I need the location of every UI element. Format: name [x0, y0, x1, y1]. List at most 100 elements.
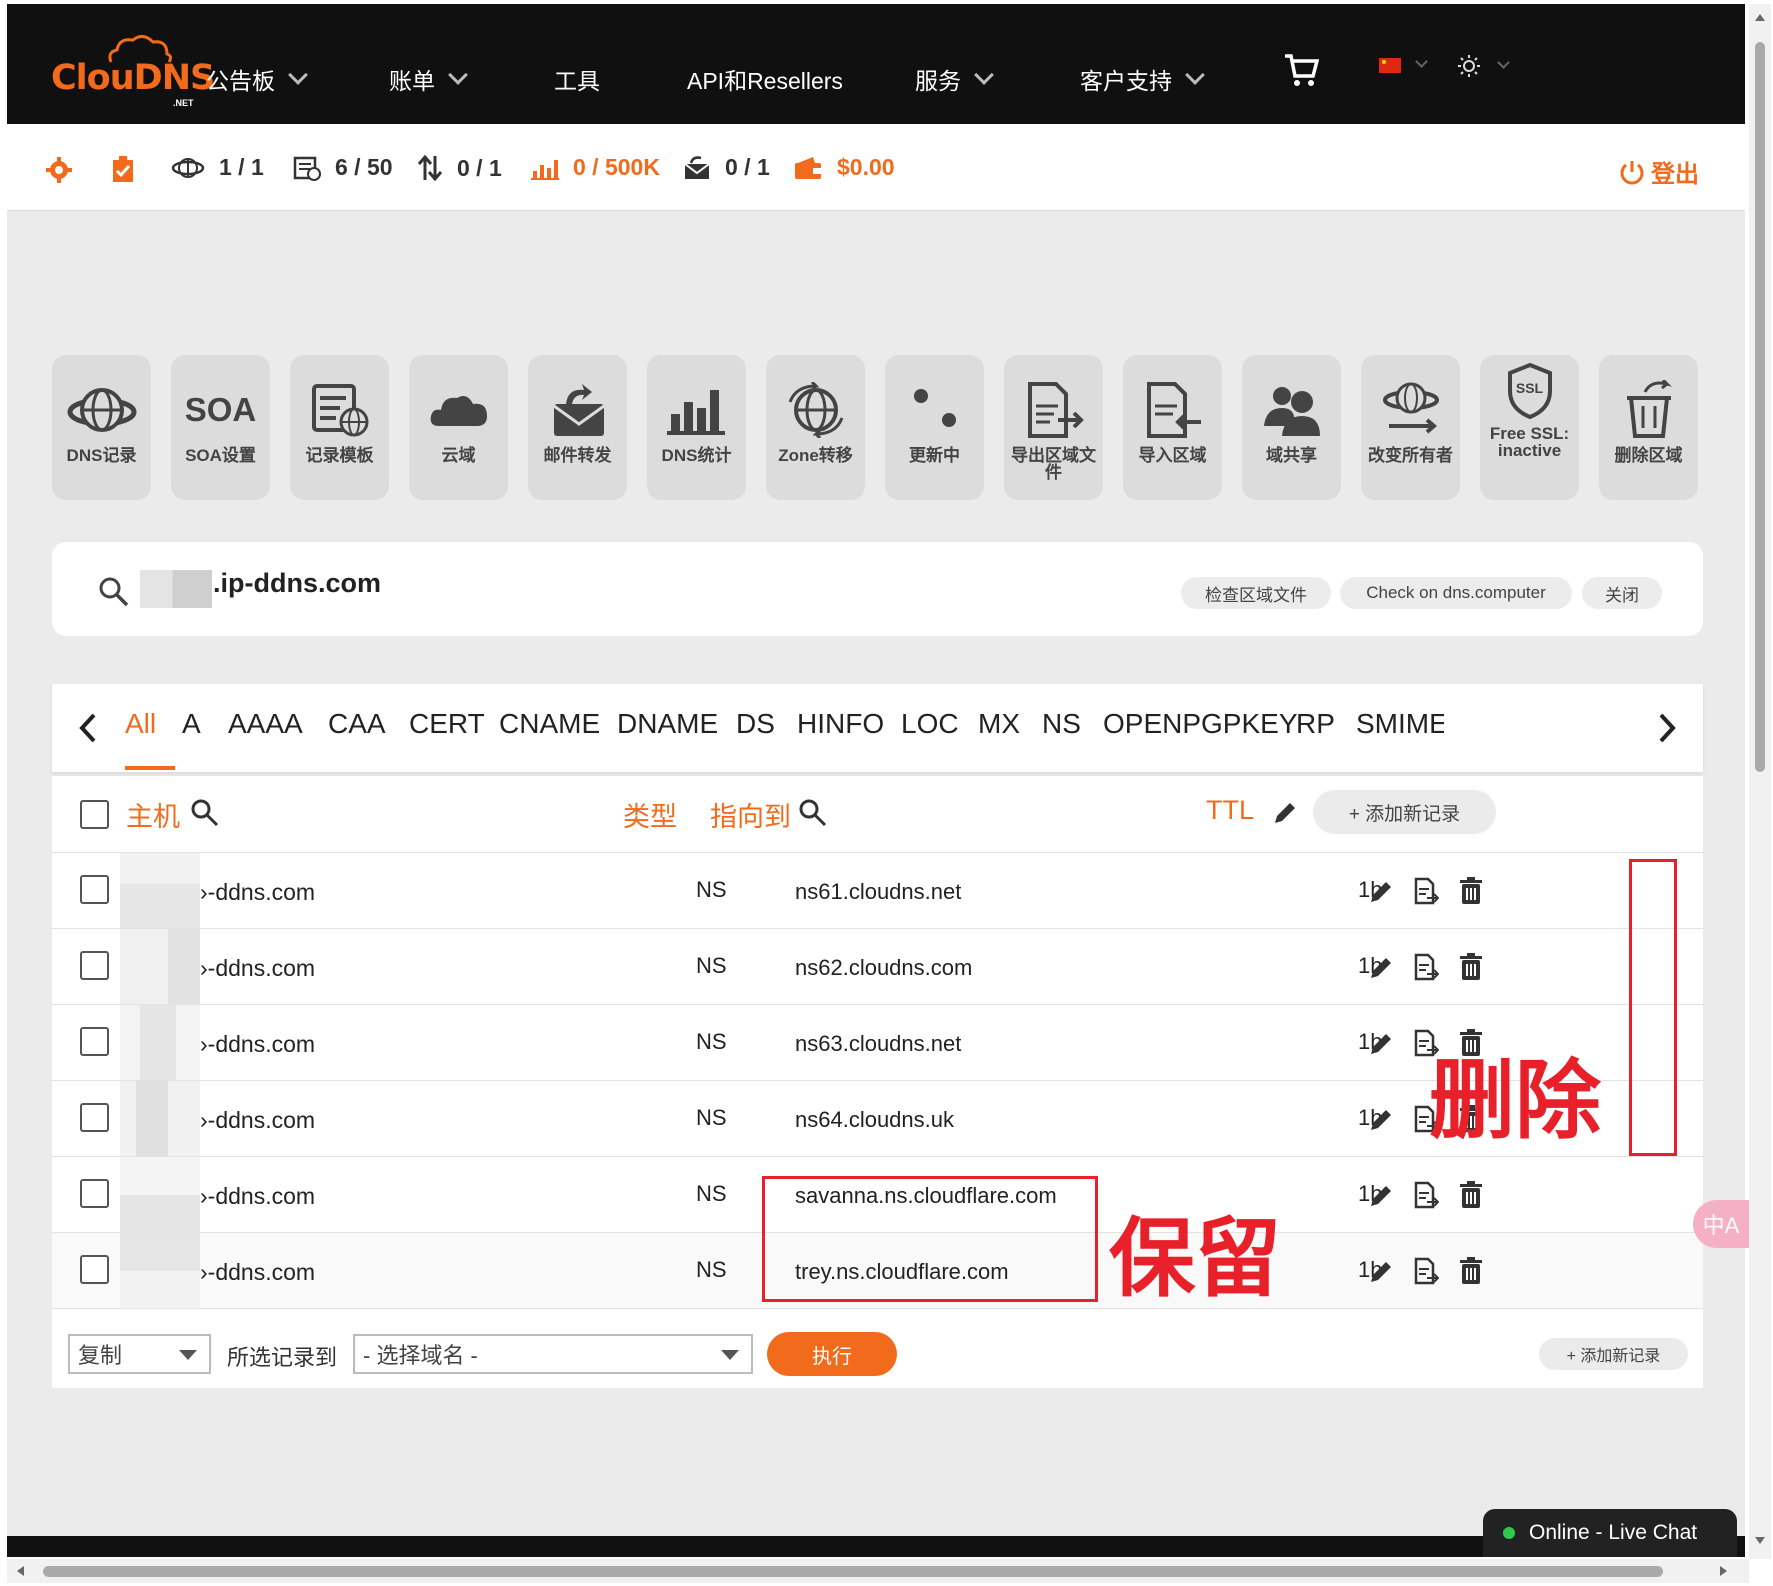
edit-pencil-icon[interactable]	[1368, 1029, 1394, 1057]
trash-icon[interactable]	[1458, 1181, 1484, 1209]
horizontal-scroll-thumb[interactable]	[43, 1566, 1663, 1577]
header-type[interactable]: 类型	[623, 795, 677, 834]
close-button[interactable]: 关闭	[1582, 577, 1662, 609]
edit-pencil-icon[interactable]	[1368, 1257, 1394, 1285]
row-checkbox[interactable]	[80, 1103, 109, 1132]
nav-support[interactable]: 客户支持	[1080, 62, 1205, 96]
vertical-scrollbar[interactable]	[1749, 4, 1771, 1559]
tab-caa[interactable]: CAA	[328, 708, 386, 740]
vertical-scroll-thumb[interactable]	[1755, 42, 1765, 772]
tool-mail-forwarding[interactable]: 邮件转发	[528, 355, 627, 500]
add-record-bottom-button[interactable]: + 添加新记录	[1539, 1338, 1688, 1370]
tab-ns[interactable]: NS	[1042, 708, 1081, 740]
tool-soa-settings[interactable]: SOA SOA设置	[171, 355, 270, 500]
stat-balance[interactable]: $0.00	[793, 154, 895, 181]
row-checkbox[interactable]	[80, 951, 109, 980]
record-export-icon[interactable]	[1413, 1181, 1439, 1209]
tool-delete-zone[interactable]: 删除区域	[1599, 355, 1698, 500]
row-checkbox[interactable]	[80, 875, 109, 904]
live-chat-button[interactable]: Online - Live Chat	[1483, 1509, 1737, 1557]
nav-tools[interactable]: 工具	[554, 62, 600, 96]
edit-pencil-icon[interactable]	[1368, 1181, 1394, 1209]
tool-cloud-domains[interactable]: 云域	[409, 355, 508, 500]
tab-mx[interactable]: MX	[978, 708, 1020, 740]
trash-icon[interactable]	[1458, 953, 1484, 981]
tab-aaaa[interactable]: AAAA	[228, 708, 303, 740]
trash-icon[interactable]	[1458, 877, 1484, 905]
tab-cert[interactable]: CERT	[409, 708, 485, 740]
scroll-left-icon[interactable]	[15, 1565, 25, 1577]
record-export-icon[interactable]	[1413, 953, 1439, 981]
tab-dname[interactable]: DNAME	[617, 708, 718, 740]
search-icon[interactable]	[190, 798, 220, 828]
record-export-icon[interactable]	[1413, 1257, 1439, 1285]
target-domain-select[interactable]: - 选择域名 -	[353, 1334, 753, 1374]
add-record-button[interactable]: + 添加新记录	[1313, 790, 1496, 834]
horizontal-scrollbar[interactable]	[7, 1559, 1749, 1583]
tool-dns-records[interactable]: DNS记录	[52, 355, 151, 500]
tab-a[interactable]: A	[182, 708, 201, 740]
scroll-right-icon[interactable]	[1719, 1565, 1729, 1577]
cloudns-logo[interactable]: ClouDNS .NET	[51, 34, 215, 108]
header-ttl[interactable]: TTL	[1206, 795, 1254, 826]
check-zone-file-button[interactable]: 检查区域文件	[1181, 577, 1331, 609]
scroll-up-icon[interactable]	[1754, 12, 1766, 22]
row-checkbox[interactable]	[80, 1179, 109, 1208]
stat-records[interactable]: 6 / 50	[293, 154, 393, 181]
edit-pencil-icon[interactable]	[1368, 1105, 1394, 1133]
nav-dashboard[interactable]: 公告板	[206, 62, 308, 96]
tab-loc[interactable]: LOC	[901, 708, 959, 740]
row-checkbox[interactable]	[80, 1027, 109, 1056]
tool-domain-sharing[interactable]: 域共享	[1242, 355, 1341, 500]
pencil-icon[interactable]	[1272, 800, 1298, 826]
tab-all[interactable]: All	[125, 708, 156, 740]
settings-gear-icon[interactable]	[45, 156, 73, 184]
cart-icon[interactable]	[1283, 52, 1319, 88]
tab-smimea[interactable]: SMIMEA	[1356, 708, 1444, 740]
tab-ds[interactable]: DS	[736, 708, 775, 740]
tool-change-owner[interactable]: 改变所有者	[1361, 355, 1460, 500]
nav-services[interactable]: 服务	[915, 62, 994, 96]
tool-free-ssl[interactable]: SSL Free SSL: inactive	[1480, 355, 1579, 500]
table-row: ›-ddns.com NS ns62.cloudns.com 1h	[52, 928, 1703, 1005]
select-all-checkbox[interactable]	[80, 800, 109, 829]
chevron-right-icon[interactable]	[1657, 712, 1677, 744]
theme-selector[interactable]	[1457, 54, 1510, 78]
nav-api-resellers[interactable]: API和Resellers	[687, 62, 843, 96]
check-dns-computer-button[interactable]: Check on dns.computer	[1340, 577, 1572, 609]
tool-record-templates[interactable]: 记录模板	[290, 355, 389, 500]
tab-openpgpkey[interactable]: OPENPGPKEY	[1103, 708, 1298, 740]
row-checkbox[interactable]	[80, 1255, 109, 1284]
nav-billing[interactable]: 账单	[389, 62, 468, 96]
search-icon[interactable]	[798, 798, 828, 828]
stat-queries[interactable]: 0 / 500K	[531, 154, 660, 181]
tab-rp[interactable]: RP	[1296, 708, 1335, 740]
tab-cname[interactable]: CNAME	[499, 708, 600, 740]
tool-updating[interactable]: 更新中	[885, 355, 984, 500]
trash-icon[interactable]	[1458, 1257, 1484, 1285]
tool-zone-transfer[interactable]: Zone转移	[766, 355, 865, 500]
edit-pencil-icon[interactable]	[1368, 877, 1394, 905]
run-button[interactable]: 执行	[767, 1332, 897, 1376]
verified-badge-icon[interactable]	[111, 154, 135, 184]
bulk-action-select[interactable]: 复制	[68, 1334, 211, 1374]
edit-pencil-icon[interactable]	[1368, 953, 1394, 981]
stat-records-value: 6 / 50	[335, 154, 393, 180]
record-export-icon[interactable]	[1413, 877, 1439, 905]
tab-hinfo[interactable]: HINFO	[797, 708, 884, 740]
language-selector[interactable]	[1379, 55, 1428, 73]
scroll-down-icon[interactable]	[1754, 1536, 1766, 1546]
header-host[interactable]: 主机	[126, 795, 180, 834]
tool-import-zone[interactable]: 导入区域	[1123, 355, 1222, 500]
stat-balance-value: $0.00	[837, 154, 895, 180]
stat-mail[interactable]: 0 / 1	[683, 154, 770, 181]
translate-widget[interactable]: 中A	[1693, 1200, 1749, 1248]
chevron-left-icon[interactable]	[78, 712, 98, 744]
stat-transfers[interactable]: 0 / 1	[417, 154, 502, 182]
header-points-to[interactable]: 指向到	[710, 795, 791, 834]
logout-button[interactable]: 登出	[1619, 154, 1699, 189]
stat-zones[interactable]: 1 / 1	[171, 154, 264, 181]
tool-export-zone[interactable]: 导出区域文件	[1004, 355, 1103, 500]
tool-dns-statistics[interactable]: DNS统计	[647, 355, 746, 500]
search-icon[interactable]	[98, 576, 130, 608]
